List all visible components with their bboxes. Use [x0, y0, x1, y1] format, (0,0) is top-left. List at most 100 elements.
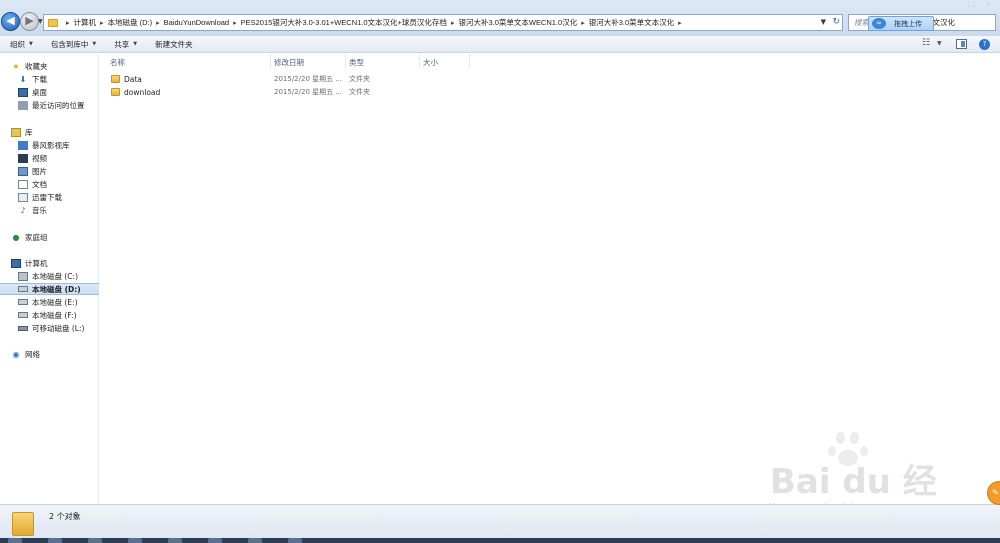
column-header-size[interactable]: 大小 [423, 57, 438, 68]
refresh-icon[interactable]: ↻ [832, 17, 840, 27]
include-in-library-label: 包含到库中 [50, 39, 89, 49]
sidebar-item-label: 音乐 [32, 205, 47, 215]
desktop-icon [18, 87, 28, 97]
back-button[interactable]: ◀ [1, 12, 20, 31]
star-icon: ★ [12, 61, 20, 71]
window-controls: – □ × [949, 0, 994, 8]
column-divider[interactable] [469, 54, 470, 68]
file-row[interactable]: Data 2015/2/20 星期五 ... 文件夹 [111, 73, 471, 85]
organize-button[interactable]: 组织 ▼ [10, 39, 33, 50]
taskbar-app-icon[interactable] [168, 538, 182, 543]
folder-icon [111, 88, 120, 96]
new-folder-label: 新建文件夹 [155, 39, 193, 49]
drag-upload-button[interactable]: ∞ 拖拽上传 [868, 16, 934, 31]
view-dropdown-icon[interactable]: ▼ [937, 40, 942, 47]
folder-icon [111, 75, 120, 83]
share-button[interactable]: 共享 ▼ [114, 39, 137, 50]
sidebar-item-pictures[interactable]: 图片 [0, 165, 99, 177]
column-divider[interactable] [345, 54, 346, 68]
sidebar-item-label: 迅雷下载 [32, 192, 62, 202]
system-drive-icon [18, 271, 28, 281]
sidebar-item-drive-c[interactable]: 本地磁盘 (C:) [0, 270, 99, 282]
address-bar[interactable]: ▸ 计算机 ▸ 本地磁盘 (D:) ▸ BaiduYunDownload ▸ P… [43, 14, 843, 31]
breadcrumb-item[interactable]: 本地磁盘 (D:) [108, 17, 153, 28]
taskbar-app-icon[interactable] [248, 538, 262, 543]
taskbar-app-icon[interactable] [208, 538, 222, 543]
recent-pages-dropdown[interactable]: ▼ [38, 18, 43, 25]
breadcrumb-separator[interactable]: ▸ [156, 19, 160, 27]
sidebar-item-drive-e[interactable]: 本地磁盘 (E:) [0, 296, 99, 308]
breadcrumb-separator[interactable]: ▸ [451, 19, 455, 27]
taskbar-app-icon[interactable] [128, 538, 142, 543]
new-folder-button[interactable]: 新建文件夹 [155, 39, 193, 50]
file-name: Data [124, 74, 142, 84]
breadcrumb-separator[interactable]: ▸ [66, 19, 70, 27]
breadcrumb-separator[interactable]: ▸ [581, 19, 585, 27]
sidebar-item-downloads[interactable]: ⬇ 下载 [0, 73, 99, 85]
sidebar-item-documents[interactable]: 文档 [0, 178, 99, 190]
recent-places-icon [18, 100, 28, 110]
start-button-icon[interactable] [8, 538, 22, 543]
sidebar-item-recent-places[interactable]: 最近访问的位置 [0, 99, 99, 111]
forward-button[interactable]: ▶ [20, 12, 39, 31]
close-icon[interactable]: × [983, 0, 994, 8]
column-divider[interactable] [419, 54, 420, 68]
homegroup-icon: ● [12, 232, 20, 242]
sidebar-item-label: 下载 [32, 74, 47, 84]
address-dropdown-icon[interactable]: ▼ [821, 18, 826, 26]
file-row[interactable]: download 2015/2/20 星期五 ... 文件夹 [111, 86, 471, 98]
sidebar-item-drive-l[interactable]: 可移动磁盘 (L:) [0, 322, 99, 334]
music-icon: ♪ [20, 205, 26, 215]
sidebar-item-drive-f[interactable]: 本地磁盘 (F:) [0, 309, 99, 321]
sidebar-item-baofeng-library[interactable]: 暴风影视库 [0, 139, 99, 151]
taskbar-app-icon[interactable] [88, 538, 102, 543]
column-header-modified[interactable]: 修改日期 [274, 57, 304, 68]
breadcrumb-item[interactable]: 银河大补3.0菜单文本WECN1.0汉化 [458, 17, 577, 28]
taskbar [0, 538, 1000, 543]
hard-drive-icon [18, 286, 28, 292]
search-placeholder: 搜索 [854, 18, 869, 27]
file-type: 文件夹 [349, 88, 370, 96]
breadcrumb-item[interactable]: PES2015银河大补3.0-3.01+WECN1.0文本汉化+球员汉化存档 [241, 17, 447, 28]
view-options-icon[interactable]: ☷ [922, 38, 930, 48]
sidebar-item-xunlei-downloads[interactable]: 迅雷下载 [0, 191, 99, 203]
sidebar-item-label: 本地磁盘 (F:) [32, 310, 77, 320]
sidebar-header-favorites[interactable]: ★ 收藏夹 [0, 60, 99, 72]
share-label: 共享 [114, 39, 130, 49]
taskbar-app-icon[interactable] [288, 538, 302, 543]
include-in-library-button[interactable]: 包含到库中 ▼ [51, 39, 96, 50]
column-divider[interactable] [270, 54, 271, 68]
minimize-icon[interactable]: – [949, 0, 960, 8]
folder-icon [12, 512, 34, 536]
video-library-icon [18, 140, 28, 150]
breadcrumb-separator[interactable]: ▸ [100, 19, 104, 27]
sidebar-header-libraries[interactable]: 库 [0, 126, 99, 138]
breadcrumb-item[interactable]: 银河大补3.0菜单文本汉化 [589, 17, 674, 28]
breadcrumb-item[interactable]: 计算机 [74, 17, 97, 28]
sidebar-header-network[interactable]: ◉ 网络 [0, 348, 99, 360]
sidebar-header-label: 家庭组 [25, 232, 48, 242]
sidebar-item-desktop[interactable]: 桌面 [0, 86, 99, 98]
sidebar-item-drive-d[interactable]: 本地磁盘 (D:) [0, 283, 99, 295]
sidebar-item-music[interactable]: ♪ 音乐 [0, 204, 99, 216]
sidebar-header-computer[interactable]: 计算机 [0, 257, 99, 269]
sidebar-item-label: 文档 [32, 179, 47, 189]
sidebar-header-label: 收藏夹 [25, 61, 48, 71]
column-header-name[interactable]: 名称 [110, 57, 125, 68]
arrow-left-icon: ◀ [6, 14, 15, 27]
maximize-icon[interactable]: □ [966, 0, 977, 8]
sidebar-item-label: 可移动磁盘 (L:) [32, 323, 85, 333]
taskbar-app-icon[interactable] [48, 538, 62, 543]
sidebar-header-homegroup[interactable]: ● 家庭组 [0, 231, 99, 243]
sidebar-item-label: 图片 [32, 166, 47, 176]
preview-pane-icon[interactable] [956, 39, 967, 49]
hard-drive-icon [18, 312, 28, 318]
help-icon[interactable]: ? [979, 39, 990, 50]
breadcrumb-separator[interactable]: ▸ [678, 19, 682, 27]
breadcrumb-separator[interactable]: ▸ [233, 19, 237, 27]
breadcrumb-item[interactable]: BaiduYunDownload [164, 18, 229, 27]
drag-upload-label: 拖拽上传 [894, 19, 922, 28]
column-header-type[interactable]: 类型 [349, 57, 364, 68]
sidebar-item-label: 桌面 [32, 87, 47, 97]
sidebar-item-videos[interactable]: 视频 [0, 152, 99, 164]
